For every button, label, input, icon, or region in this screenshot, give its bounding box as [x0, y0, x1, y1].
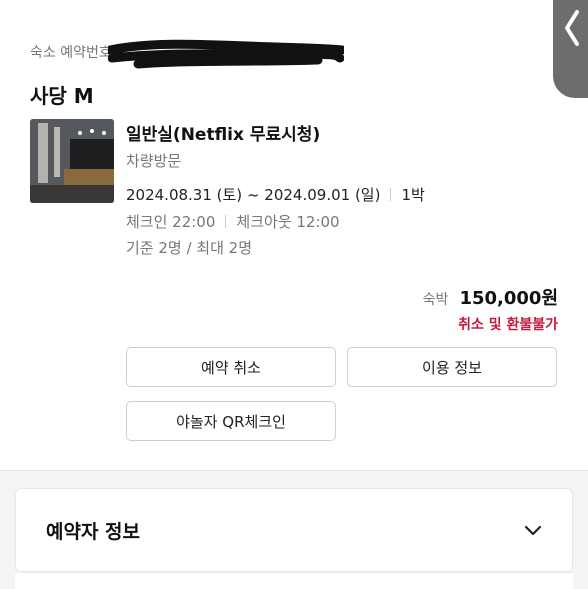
divider [225, 215, 227, 228]
room-name: 일반실(Netflix 무료시청) [126, 125, 321, 145]
hotel-name: 사당 M [30, 84, 94, 108]
qr-checkin-button[interactable]: 야놀자 QR체크인 [126, 401, 336, 441]
usage-info-button[interactable]: 이용 정보 [347, 347, 557, 387]
reservation-card: 숙소 예약번호 사당 M 일반실(Netflix 무료시청) 차량방문 2024… [0, 0, 588, 470]
cancel-policy: 취소 및 환불불가 [458, 317, 558, 333]
check-times: 체크인 22:00 체크아웃 12:00 [126, 211, 340, 232]
price-value: 150,000원 [459, 288, 558, 309]
chevron-down-icon[interactable] [522, 519, 544, 541]
reservation-number-label: 숙소 예약번호 [30, 45, 112, 61]
divider [390, 188, 392, 201]
checkout-date: 2024.09.01 (일) [264, 186, 381, 204]
redaction-scribble [108, 39, 344, 69]
nights: 1박 [401, 186, 425, 204]
cancel-reservation-button[interactable]: 예약 취소 [126, 347, 336, 387]
checkin-date: 2024.08.31 (토) [126, 186, 243, 204]
back-button[interactable] [553, 0, 588, 98]
checkin-time: 체크인 22:00 [126, 213, 216, 231]
date-separator: ~ [246, 186, 260, 204]
room-thumbnail[interactable] [30, 119, 114, 203]
price-row: 숙박 150,000원 [423, 284, 558, 310]
price-label: 숙박 [422, 292, 449, 308]
checkout-time: 체크아웃 12:00 [236, 213, 340, 231]
next-section [15, 572, 573, 589]
stay-dates: 2024.08.31 (토) ~ 2024.09.01 (일) 1박 [126, 184, 425, 205]
section-divider [0, 470, 588, 471]
capacity: 기준 2명 / 최대 2명 [126, 239, 253, 257]
booker-info-title: 예약자 정보 [46, 521, 141, 543]
chevron-left-icon [565, 10, 579, 46]
booker-info-header[interactable]: 예약자 정보 [15, 488, 573, 572]
visit-type: 차량방문 [126, 152, 182, 170]
